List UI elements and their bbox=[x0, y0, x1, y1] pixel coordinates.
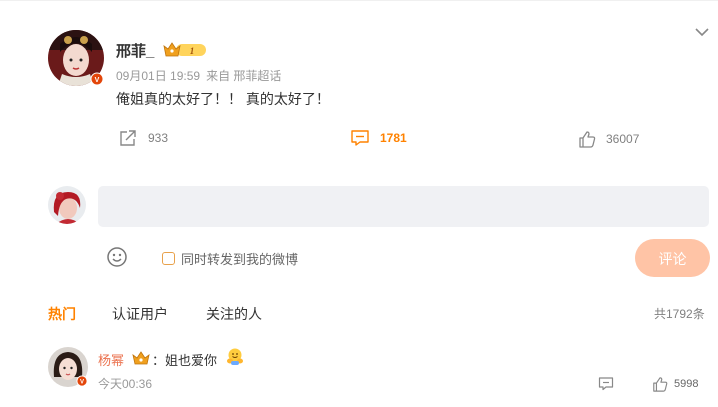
comment-button[interactable]: 1781 bbox=[350, 129, 407, 147]
post-source[interactable]: 来自 邢菲超话 bbox=[206, 69, 281, 83]
share-icon bbox=[120, 130, 136, 146]
my-avatar[interactable] bbox=[48, 186, 86, 224]
svg-text:V: V bbox=[80, 380, 84, 386]
like-count: 36007 bbox=[606, 132, 640, 146]
thumbs-up-icon bbox=[579, 131, 596, 148]
svg-text:V: V bbox=[95, 77, 100, 84]
share-count: 933 bbox=[148, 131, 169, 145]
post-date[interactable]: 09月01日 19:59 bbox=[116, 69, 200, 83]
hug-emoji-icon bbox=[227, 348, 243, 365]
comment-count: 1781 bbox=[380, 131, 407, 145]
comment-like-count: 5998 bbox=[674, 378, 699, 390]
membership-crown-icon[interactable]: 1 bbox=[162, 41, 208, 59]
comment-text: ：姐也爱你 bbox=[152, 350, 217, 369]
chevron-down-icon[interactable] bbox=[694, 24, 710, 40]
post-text: 俺姐真的太好了！！ 真的太好了！ bbox=[116, 91, 330, 107]
commenter-avatar[interactable]: V bbox=[48, 347, 88, 387]
tab-hot[interactable]: 热门 bbox=[48, 304, 76, 324]
commenter-crown-icon[interactable] bbox=[131, 349, 151, 367]
comment-input[interactable] bbox=[98, 186, 709, 227]
comment-time: 今天00:36 bbox=[98, 377, 153, 391]
comment-icon bbox=[351, 130, 369, 146]
like-button[interactable]: 36007 bbox=[578, 130, 639, 148]
post-author-name[interactable]: 邢菲_ bbox=[116, 40, 154, 61]
repost-checkbox-row[interactable]: 同时转发到我的微博 bbox=[162, 249, 298, 268]
repost-checkbox[interactable] bbox=[162, 252, 175, 265]
comment-body: 姐也爱你 bbox=[165, 353, 218, 368]
reply-icon[interactable] bbox=[598, 376, 614, 392]
tab-following[interactable]: 关注的人 bbox=[206, 304, 262, 324]
total-comment-count: 共1792条 bbox=[654, 307, 705, 321]
author-avatar[interactable]: V bbox=[48, 30, 104, 86]
submit-comment-button[interactable]: 评论 bbox=[635, 239, 710, 277]
post-meta: 09月01日 19:59 来自 邢菲超话 bbox=[116, 67, 281, 84]
tab-verified-users[interactable]: 认证用户 bbox=[112, 304, 168, 324]
repost-label: 同时转发到我的微博 bbox=[181, 252, 299, 267]
top-divider bbox=[0, 0, 718, 7]
comment-like-button[interactable]: 5998 bbox=[652, 376, 698, 392]
commenter-name[interactable]: 杨幂 bbox=[98, 350, 124, 369]
emoji-icon[interactable] bbox=[106, 246, 128, 268]
badge-level: 1 bbox=[190, 46, 195, 56]
share-button[interactable]: 933 bbox=[118, 129, 168, 147]
thumbs-up-icon bbox=[653, 377, 668, 392]
comment-separator: ： bbox=[152, 353, 166, 368]
